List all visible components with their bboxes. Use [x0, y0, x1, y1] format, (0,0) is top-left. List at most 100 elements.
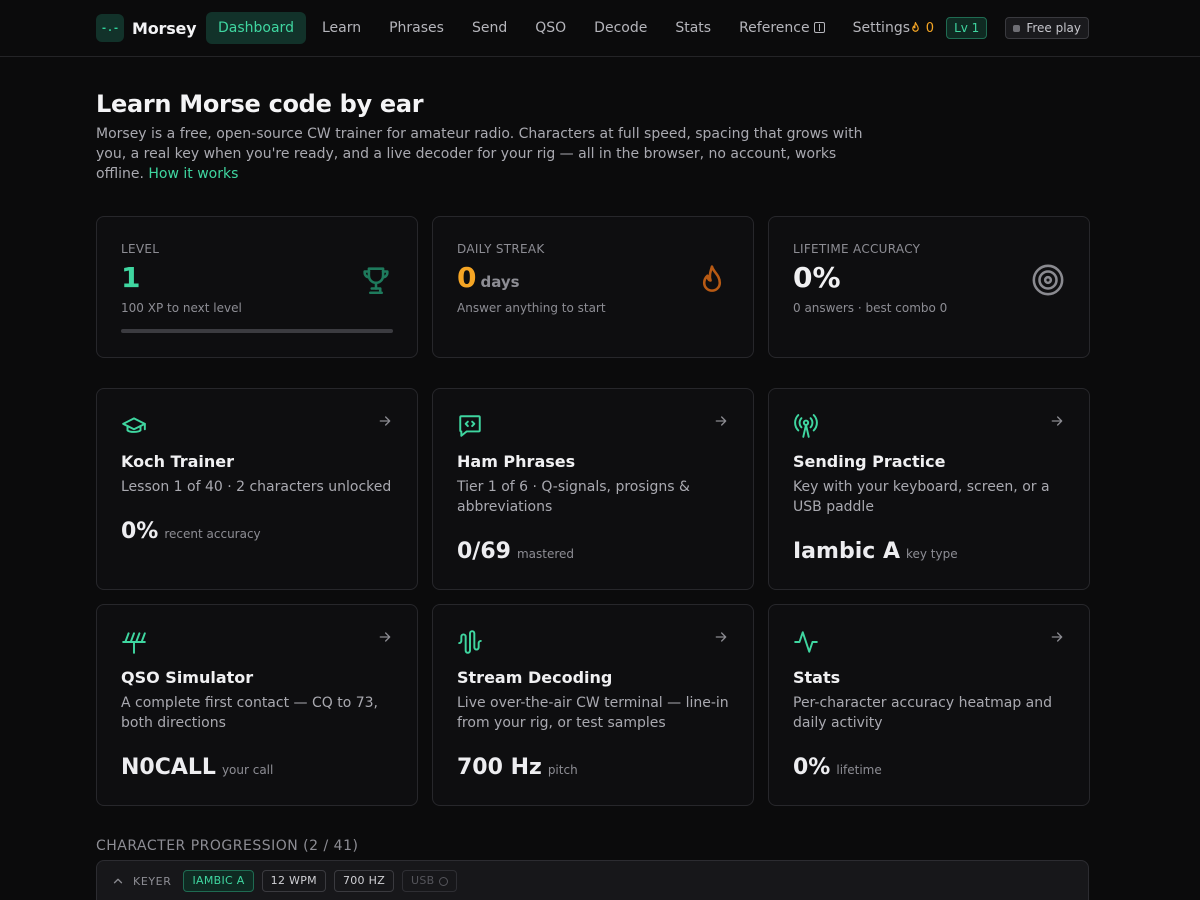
keyer-pitch-chip[interactable]: 700 HZ: [333, 870, 395, 892]
level-badge: Lv 1: [946, 17, 988, 39]
keyer-speed-chip[interactable]: 12 WPM: [261, 870, 326, 892]
feature-metric: 0% recent accuracy: [121, 519, 261, 544]
qso-simulator-card[interactable]: QSO Simulator A complete first contact —…: [96, 604, 418, 806]
brand-logo: -.-: [96, 14, 124, 42]
streak-card: DAILY STREAK 0 days Answer anything to st…: [432, 216, 754, 358]
streak-unit: days: [480, 273, 520, 291]
keyer-controls: KEYER IAMBIC A 12 WPM 700 HZ USB: [111, 870, 465, 892]
feature-metric-value: 0%: [793, 755, 831, 780]
feature-title: Stats: [793, 668, 841, 687]
free-play-label: Free play: [1026, 21, 1081, 35]
feature-metric-label: your call: [221, 763, 274, 777]
brand[interactable]: -.- Morsey: [96, 12, 197, 44]
feature-title: Ham Phrases: [457, 452, 576, 471]
antenna-icon: [122, 632, 146, 654]
stats-card[interactable]: Stats Per-character accuracy heatmap and…: [768, 604, 1090, 806]
nav-stats[interactable]: Stats: [663, 12, 723, 44]
feature-metric-label: pitch: [547, 763, 578, 777]
hero-description: Morsey is a free, open-source CW trainer…: [96, 124, 866, 184]
top-nav-bar: -.- Morsey Dashboard Learn Phrases Send …: [0, 0, 1200, 57]
feature-metric: 0% lifetime: [793, 755, 882, 780]
how-it-works-link[interactable]: How it works: [148, 166, 238, 182]
streak-label: DAILY STREAK: [457, 242, 545, 256]
sending-practice-card[interactable]: Sending Practice Key with your keyboard,…: [768, 388, 1090, 590]
feature-metric: Iambic A key type: [793, 539, 958, 564]
keyer-mode-chip[interactable]: IAMBIC A: [183, 870, 254, 892]
accuracy-sub: 0 answers · best combo 0: [793, 301, 948, 315]
level-label: LEVEL: [121, 242, 160, 256]
feature-title: Koch Trainer: [121, 452, 235, 471]
feature-metric-value: Iambic A: [793, 539, 900, 564]
trophy-icon: [363, 267, 389, 295]
nav-phrases[interactable]: Phrases: [377, 12, 456, 44]
nav-status: 0 Lv 1 Free play: [909, 16, 1089, 40]
brand-name: Morsey: [132, 18, 197, 38]
accuracy-label: LIFETIME ACCURACY: [793, 242, 921, 256]
keyer-panel: KEYER IAMBIC A 12 WPM 700 HZ USB: [96, 860, 1089, 900]
streak-sub: Answer anything to start: [457, 301, 606, 315]
xp-progress-bar: [121, 329, 393, 333]
feature-description: Live over-the-air CW terminal — line-in …: [457, 695, 729, 731]
arrow-right-icon: [715, 416, 727, 426]
level-sub: 100 XP to next level: [121, 301, 242, 315]
feature-description: Key with your keyboard, screen, or a USB…: [793, 479, 1050, 515]
graduation-cap-icon: [122, 417, 146, 433]
streak-value: 0: [457, 261, 477, 294]
feature-metric-label: recent accuracy: [164, 527, 261, 541]
arrow-right-icon: [379, 416, 391, 426]
level-value: 1: [121, 261, 141, 294]
nav-dashboard[interactable]: Dashboard: [206, 12, 306, 44]
feature-metric: N0CALL your call: [121, 755, 273, 780]
feature-metric-value: 700 Hz: [457, 755, 542, 780]
streak-indicator: 0: [909, 21, 934, 36]
nav-decode[interactable]: Decode: [582, 12, 659, 44]
streak-count: 0: [925, 20, 935, 36]
koch-trainer-card[interactable]: Koch Trainer Lesson 1 of 40 · 2 characte…: [96, 388, 418, 590]
feature-metric-label: lifetime: [836, 763, 882, 777]
feature-description: A complete first contact — CQ to 73, bot…: [121, 695, 378, 731]
page-title: Learn Morse code by ear: [96, 90, 424, 118]
streak-value-row: 0 days: [457, 261, 520, 294]
arrow-right-icon: [379, 632, 391, 642]
main-nav: Dashboard Learn Phrases Send QSO Decode …: [206, 12, 926, 44]
feature-metric: 0/69 mastered: [457, 539, 574, 564]
free-play-toggle[interactable]: Free play: [1005, 17, 1089, 39]
feature-metric-value: 0%: [121, 519, 159, 544]
feature-metric: 700 Hz pitch: [457, 755, 578, 780]
feature-metric-label: key type: [905, 547, 958, 561]
accuracy-value: 0%: [793, 261, 841, 294]
arrow-right-icon: [1051, 632, 1063, 642]
feature-title: Sending Practice: [793, 452, 946, 471]
code-message-icon: [459, 415, 481, 437]
target-icon: [1032, 264, 1064, 296]
feature-metric-value: 0/69: [457, 539, 511, 564]
panel-icon: [813, 22, 825, 33]
audio-waveform-icon: [458, 630, 482, 654]
level-card: LEVEL 1 100 XP to next level: [96, 216, 418, 358]
nav-learn[interactable]: Learn: [310, 12, 373, 44]
usb-status-icon: [438, 876, 448, 886]
status-dot-icon: [1013, 24, 1021, 32]
character-progression-heading: CHARACTER PROGRESSION (2 / 41): [96, 838, 359, 854]
feature-metric-label: mastered: [516, 547, 575, 561]
feature-description: Lesson 1 of 40 · 2 characters unlocked: [121, 479, 392, 495]
arrow-right-icon: [715, 632, 727, 642]
flame-icon: [702, 265, 722, 292]
arrow-right-icon: [1051, 416, 1063, 426]
activity-icon: [794, 631, 818, 653]
flame-icon: [911, 21, 919, 32]
chevron-up-icon[interactable]: [111, 874, 125, 888]
feature-description: Per-character accuracy heatmap and daily…: [793, 695, 1053, 731]
feature-description: Tier 1 of 6 · Q-signals, prosigns & abbr…: [457, 479, 690, 515]
nav-reference[interactable]: Reference: [727, 12, 837, 44]
stream-decoding-card[interactable]: Stream Decoding Live over-the-air CW ter…: [432, 604, 754, 806]
usb-label: USB: [411, 874, 435, 887]
nav-send[interactable]: Send: [460, 12, 519, 44]
keyer-label: KEYER: [133, 874, 172, 888]
ham-phrases-card[interactable]: Ham Phrases Tier 1 of 6 · Q-signals, pro…: [432, 388, 754, 590]
feature-metric-value: N0CALL: [121, 755, 216, 780]
radio-tower-icon: [794, 414, 818, 438]
usb-connect-chip[interactable]: USB: [402, 870, 457, 892]
nav-reference-label: Reference: [739, 20, 810, 36]
nav-qso[interactable]: QSO: [523, 12, 578, 44]
